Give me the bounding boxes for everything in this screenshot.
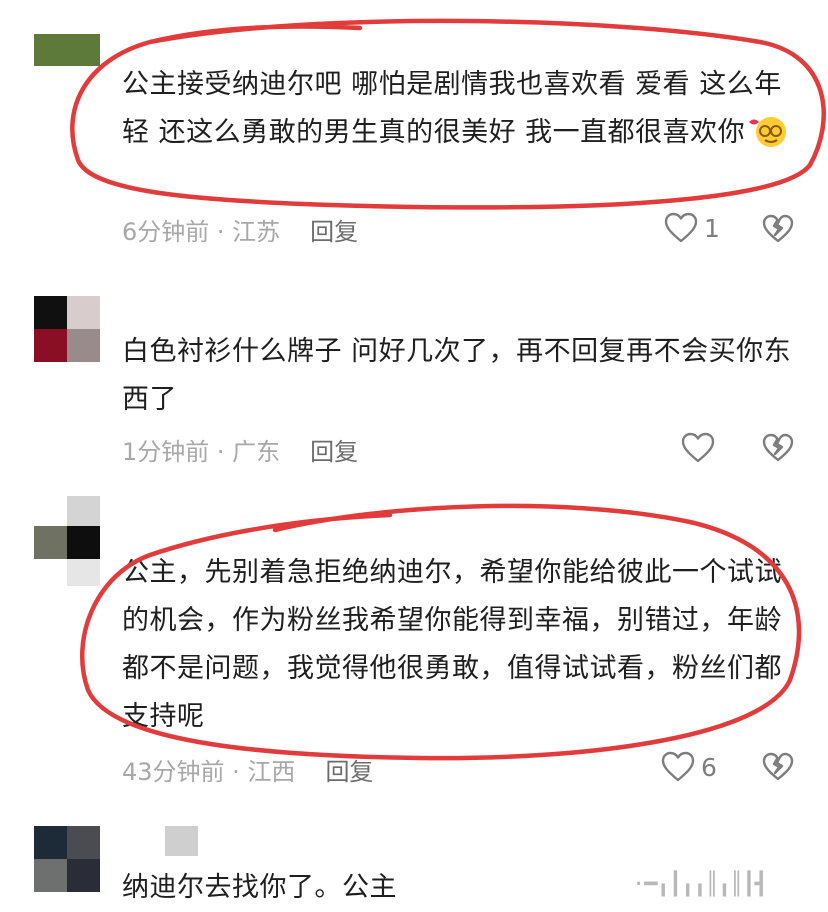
- smiling-face-with-eyeglasses-and-heart-emoji: [745, 113, 789, 165]
- reply-button[interactable]: 回复: [310, 212, 358, 247]
- comment-meta: 6分钟前 · 江苏 回复: [122, 212, 358, 247]
- comment-text: 白色衬衫什么牌子 问好几次了，再不回复再不会买你东西了: [122, 336, 792, 415]
- separator: ·: [209, 218, 233, 246]
- like-count: 1: [704, 213, 720, 243]
- comment-meta: 43分钟前 · 江西 回复: [122, 752, 373, 787]
- like-button[interactable]: 1: [664, 212, 720, 244]
- heart-outline-icon: [681, 432, 715, 464]
- dislike-button[interactable]: [762, 752, 794, 782]
- avatar[interactable]: [34, 34, 100, 66]
- reply-button[interactable]: 回复: [310, 432, 358, 467]
- avatar[interactable]: [34, 296, 100, 362]
- comment-time: 43分钟前: [122, 758, 225, 786]
- comment-time: 6分钟前: [122, 218, 210, 246]
- separator: ·: [209, 438, 233, 466]
- comment-location: 江西: [247, 758, 296, 786]
- comment-meta: 1分钟前 · 广东 回复: [122, 432, 358, 467]
- dislike-button[interactable]: [762, 214, 794, 244]
- comment-location: 江苏: [232, 218, 281, 246]
- comment-text: 公主接受纳迪尔吧 哪怕是剧情我也喜欢看 爱看 这么年轻 还这么勇敢的男生真的很美…: [122, 61, 802, 165]
- like-count: 6: [701, 752, 717, 782]
- like-button[interactable]: [681, 432, 715, 464]
- comment-time: 1分钟前: [122, 438, 210, 466]
- comment-location: 广东: [232, 438, 281, 466]
- watermark: ·━╻┃╻╻║╻║┃┫: [632, 872, 768, 897]
- heart-outline-icon: [664, 212, 698, 244]
- comment-text: 公主，先别着急拒绝纳迪尔，希望你能给彼此一个试试的机会，作为粉丝我希望你能得到幸…: [122, 557, 782, 732]
- dislike-button[interactable]: [762, 433, 794, 463]
- broken-heart-icon: [762, 752, 794, 782]
- separator: ·: [224, 758, 248, 786]
- heart-outline-icon: [661, 751, 695, 783]
- broken-heart-icon: [762, 433, 794, 463]
- reply-button[interactable]: 回复: [325, 752, 373, 787]
- like-button[interactable]: 6: [661, 751, 717, 783]
- avatar[interactable]: [34, 496, 100, 588]
- broken-heart-icon: [762, 214, 794, 244]
